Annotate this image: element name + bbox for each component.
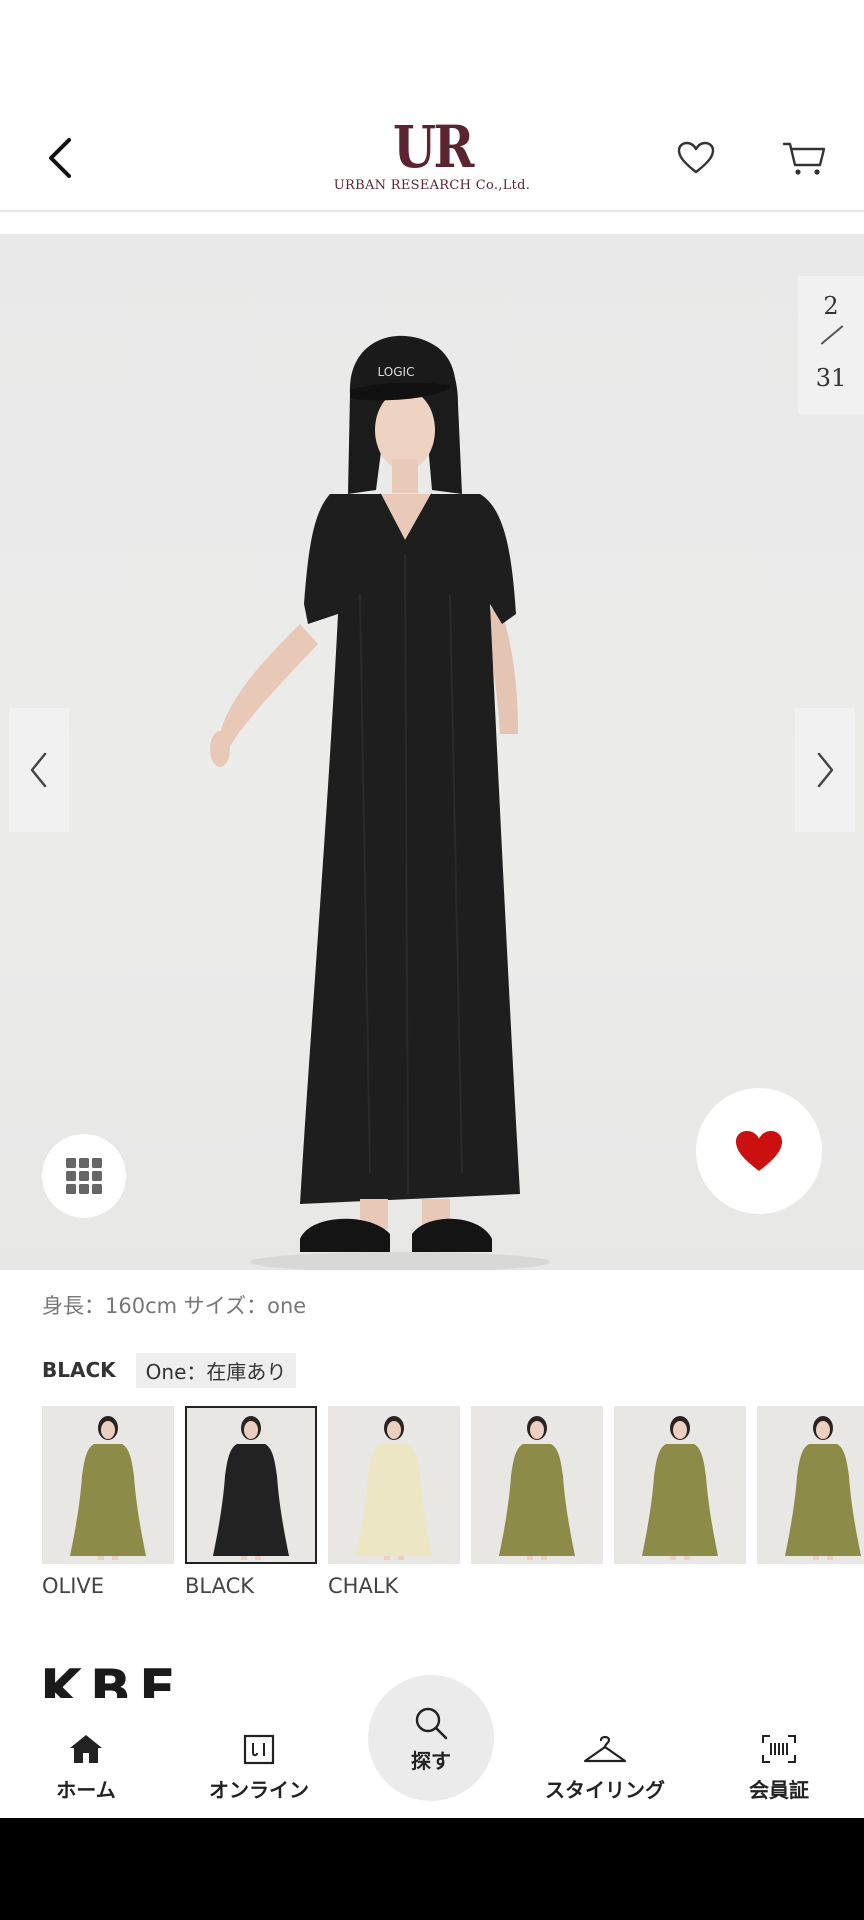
selected-color-row: BLACK One：在庫あり xyxy=(42,1352,297,1388)
cart-icon xyxy=(782,142,826,175)
home-icon xyxy=(70,1735,102,1763)
thumbnail-photo xyxy=(499,1416,575,1560)
chevron-left-icon xyxy=(30,752,47,788)
brand-section-heading: KBF xyxy=(40,1660,184,1698)
nav-styling-label: スタイリング xyxy=(545,1778,665,1802)
color-thumbnail[interactable] xyxy=(42,1406,174,1564)
selected-color-name: BLACK xyxy=(42,1358,116,1382)
heart-filled-icon xyxy=(736,1131,782,1171)
prev-image-button[interactable] xyxy=(9,708,69,832)
svg-text:LOGIC: LOGIC xyxy=(378,365,415,379)
color-thumbnail[interactable] xyxy=(185,1406,317,1564)
product-image-viewer[interactable]: LOGIC 2 31 xyxy=(0,234,864,1270)
nav-online-label: オンライン xyxy=(209,1778,309,1802)
heart-outline-icon xyxy=(677,141,715,174)
thumbnail-photo xyxy=(785,1416,861,1560)
next-image-button[interactable] xyxy=(795,708,855,832)
app-header: UR URBAN RESEARCH Co.,Ltd. xyxy=(0,100,864,212)
stock-status-badge: One：在庫あり xyxy=(135,1352,297,1388)
color-thumbnail-list: OLIVE BLACK CHALK xyxy=(42,1406,864,1606)
nav-styling[interactable]: スタイリング xyxy=(536,1698,674,1818)
thumbnail-photo xyxy=(70,1416,146,1560)
back-button[interactable] xyxy=(28,126,92,190)
search-icon xyxy=(415,1707,448,1740)
color-thumbnail-label: BLACK xyxy=(185,1574,255,1598)
nav-home-label: ホーム xyxy=(56,1778,116,1802)
cart-button[interactable] xyxy=(772,126,836,190)
chevron-left-icon xyxy=(49,138,71,178)
brand-logo[interactable]: UR URBAN RESEARCH Co.,Ltd. xyxy=(332,118,532,193)
search-label: 探す xyxy=(411,1749,451,1773)
color-thumbnail[interactable] xyxy=(328,1406,460,1564)
nav-online[interactable]: オンライン xyxy=(196,1698,322,1818)
thumbnail-photo xyxy=(213,1416,289,1560)
product-detail-page: UR URBAN RESEARCH Co.,Ltd. LOGIC 2 31 身長… xyxy=(0,0,864,1920)
thumbnail-photo xyxy=(642,1416,718,1560)
color-thumbnail[interactable] xyxy=(614,1406,746,1564)
chevron-right-icon xyxy=(817,752,834,788)
model-size-info: 身長：160cm サイズ：one xyxy=(42,1294,307,1318)
product-photo: LOGIC xyxy=(210,335,550,1270)
color-thumbnail[interactable] xyxy=(471,1406,603,1564)
hanger-icon xyxy=(583,1735,627,1763)
logo-mark: UR xyxy=(392,113,474,181)
image-index: 2 xyxy=(823,292,839,320)
thumbnail-photo xyxy=(356,1416,432,1560)
color-thumbnail[interactable] xyxy=(757,1406,864,1564)
system-navigation-bar xyxy=(0,1818,864,1920)
barcode-icon xyxy=(762,1735,796,1763)
image-total: 31 xyxy=(815,364,847,392)
image-grid-button[interactable] xyxy=(42,1134,126,1218)
favorites-button[interactable] xyxy=(664,126,728,190)
grid-icon xyxy=(66,1158,102,1194)
image-counter: 2 31 xyxy=(798,276,864,414)
nav-member-card-label: 会員証 xyxy=(749,1778,809,1802)
color-thumbnail-label: CHALK xyxy=(328,1574,399,1598)
shopping-bag-icon xyxy=(243,1734,275,1765)
search-button[interactable]: 探す xyxy=(368,1675,494,1801)
add-favorite-button[interactable] xyxy=(696,1088,822,1214)
nav-home[interactable]: ホーム xyxy=(26,1698,146,1818)
color-thumbnail-label: OLIVE xyxy=(42,1574,105,1598)
counter-separator xyxy=(820,325,844,345)
nav-member-card[interactable]: 会員証 xyxy=(726,1698,832,1818)
